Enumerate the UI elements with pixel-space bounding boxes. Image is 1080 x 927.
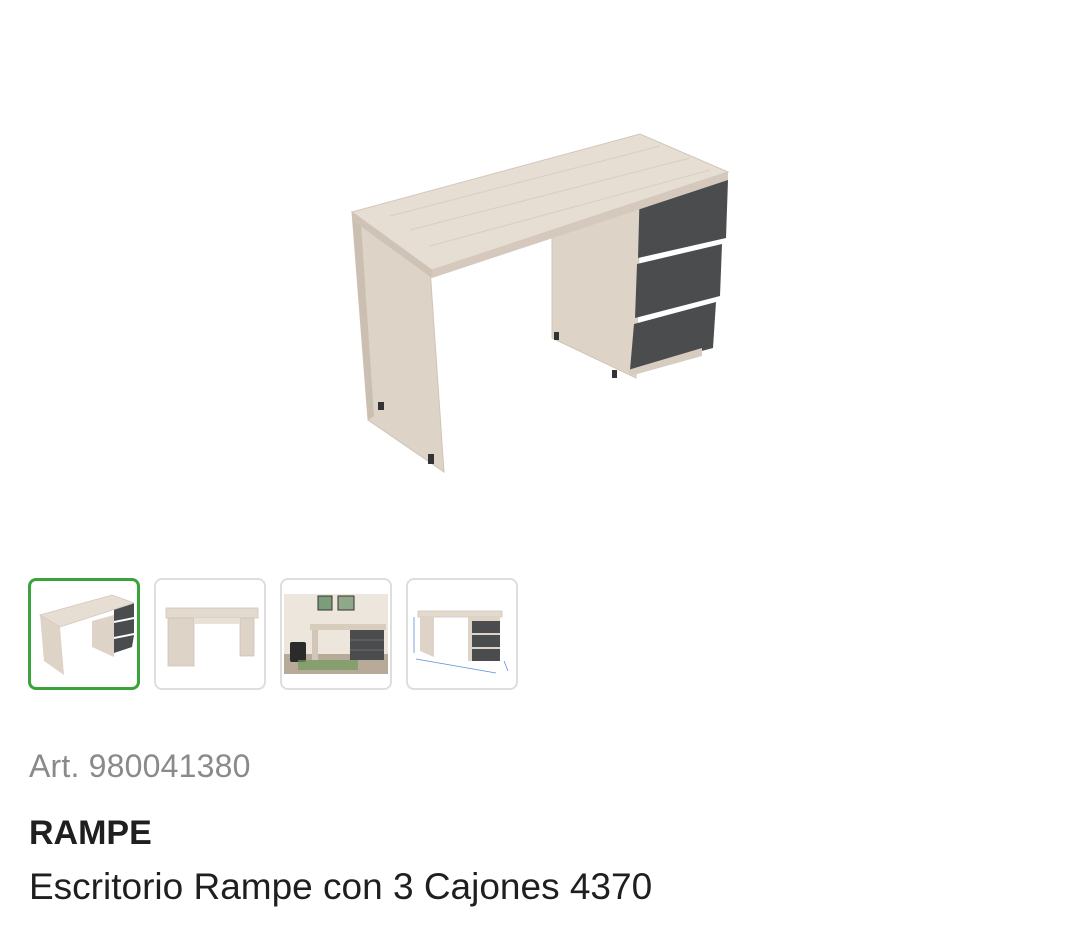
article-number: Art. 980041380	[29, 748, 251, 784]
thumbnail-desk-front[interactable]	[154, 578, 266, 690]
thumbnail-desk-room[interactable]	[280, 578, 392, 690]
product-title: Escritorio Rampe con 3 Cajones 4370	[29, 866, 653, 907]
thumbnail-gallery	[28, 578, 518, 690]
thumbnail-desk-angled[interactable]	[28, 578, 140, 690]
brand-name: RAMPE	[29, 814, 152, 852]
product-page: Art. 980041380 RAMPE Escritorio Rampe co…	[0, 0, 1080, 927]
thumbnail-desk-dimensions[interactable]	[406, 578, 518, 690]
desk-product-image[interactable]	[330, 120, 750, 490]
